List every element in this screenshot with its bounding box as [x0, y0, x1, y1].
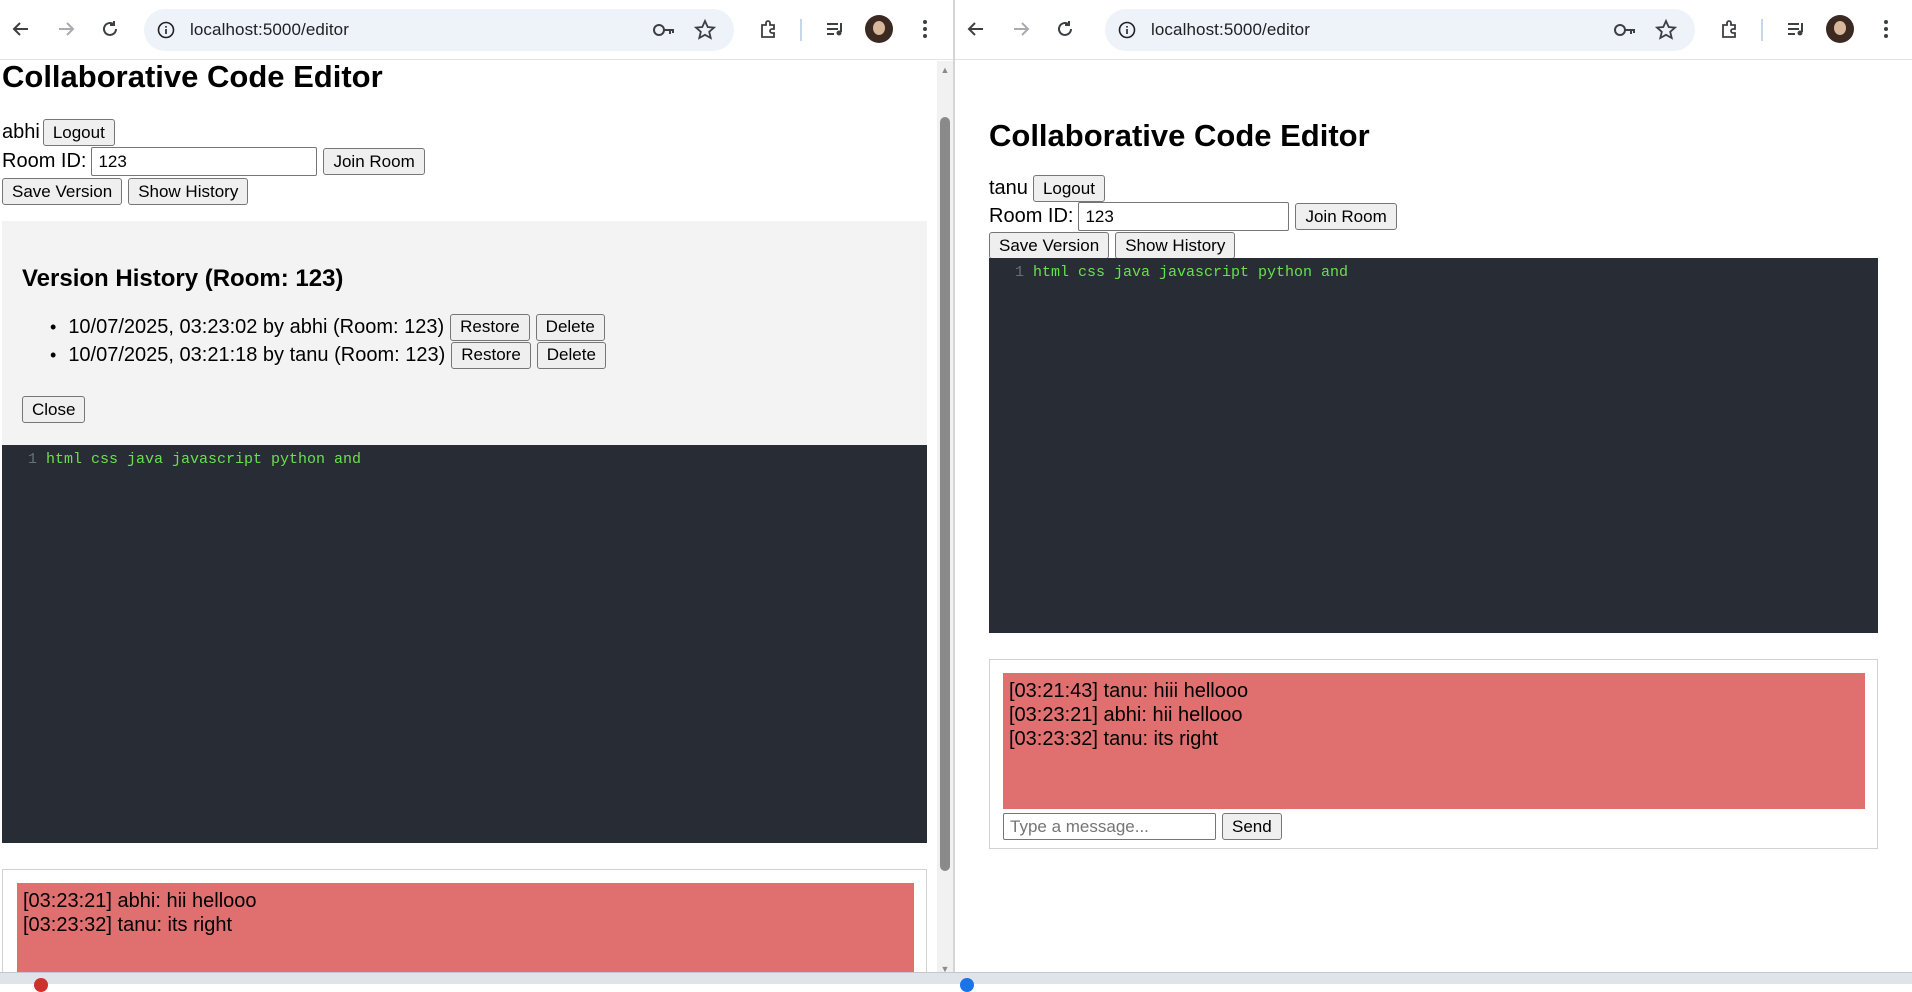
browser-toolbar: localhost:5000/editor [955, 0, 1912, 60]
os-taskbar [0, 972, 1912, 992]
version-history-panel: Version History (Room: 123) 10/07/2025, … [2, 221, 927, 445]
send-button[interactable]: Send [1222, 813, 1282, 840]
address-bar[interactable]: localhost:5000/editor [144, 9, 734, 51]
browser-toolbar: localhost:5000/editor [0, 0, 953, 60]
chat-message: [03:23:21] abhi: hii hellooo [23, 890, 257, 912]
profile-avatar[interactable] [865, 15, 893, 43]
history-item: 10/07/2025, 03:21:18 by tanu (Room: 123)… [68, 341, 612, 369]
extensions-icon[interactable] [756, 16, 782, 42]
site-info-icon[interactable] [156, 20, 176, 40]
page-title: Collaborative Code Editor [989, 118, 1370, 153]
chat-messages: [03:23:21] abhi: hii hellooo [03:23:32] … [17, 883, 914, 974]
user-bar: tanu Logout [989, 175, 1105, 202]
save-version-button[interactable]: Save Version [2, 178, 123, 205]
join-room-button[interactable]: Join Room [1295, 203, 1397, 230]
logout-button[interactable]: Logout [42, 119, 115, 146]
forward-arrow-icon[interactable] [53, 16, 79, 42]
code-line[interactable]: html css java javascript python and [46, 451, 361, 468]
chat-message-input[interactable] [1003, 813, 1216, 840]
media-control-icon[interactable] [1783, 16, 1809, 42]
password-key-icon[interactable] [1613, 20, 1637, 40]
chat-messages: [03:21:43] tanu: hiii hellooo [03:23:21]… [1003, 673, 1865, 809]
delete-button[interactable]: Delete [536, 341, 606, 369]
site-info-icon[interactable] [1117, 20, 1137, 40]
line-number: 1 [1015, 264, 1025, 281]
chat-input-bar: Send [1003, 813, 1282, 840]
delete-button[interactable]: Delete [535, 313, 605, 341]
taskbar-app-icon[interactable] [960, 978, 974, 992]
menu-kebab-icon[interactable] [1873, 16, 1899, 42]
taskbar-app-icon[interactable] [34, 978, 48, 992]
page-title: Collaborative Code Editor [2, 59, 383, 94]
code-editor[interactable]: 1 html css java javascript python and [2, 445, 927, 843]
url-text: localhost:5000/editor [190, 20, 349, 39]
bookmark-star-icon[interactable] [1654, 18, 1678, 41]
version-bar: Save Version Show History [2, 178, 249, 205]
version-bar: Save Version Show History [989, 232, 1236, 259]
history-item: 10/07/2025, 03:23:02 by abhi (Room: 123)… [68, 313, 612, 341]
show-history-button[interactable]: Show History [128, 178, 249, 205]
restore-button[interactable]: Restore [451, 341, 531, 369]
show-history-button[interactable]: Show History [1115, 232, 1236, 259]
username-label: abhi [2, 121, 40, 143]
logout-button[interactable]: Logout [1032, 175, 1105, 202]
toolbar-separator [800, 19, 802, 41]
room-id-input[interactable] [1078, 202, 1290, 231]
restore-button[interactable]: Restore [450, 313, 530, 341]
history-heading: Version History (Room: 123) [22, 265, 344, 292]
toolbar-separator [1761, 19, 1763, 41]
close-history-button[interactable]: Close [22, 396, 86, 423]
username-label: tanu [989, 177, 1028, 199]
scroll-thumb[interactable] [940, 117, 950, 871]
scroll-down-arrow-icon[interactable]: ▼ [940, 964, 950, 974]
media-control-icon[interactable] [822, 16, 848, 42]
profile-avatar[interactable] [1826, 15, 1854, 43]
chat-message: [03:23:32] tanu: its right [23, 914, 233, 936]
url-text: localhost:5000/editor [1151, 20, 1310, 39]
chat-panel: [03:21:43] tanu: hiii hellooo [03:23:21]… [989, 659, 1878, 849]
reload-icon[interactable] [1052, 16, 1078, 42]
back-arrow-icon[interactable] [8, 16, 34, 42]
line-number: 1 [28, 451, 38, 468]
room-id-label: Room ID: [2, 150, 87, 172]
password-key-icon[interactable] [652, 20, 676, 40]
code-editor[interactable]: 1 html css java javascript python and [989, 258, 1878, 633]
left-page: Collaborative Code Editor abhi Logout Ro… [0, 59, 953, 974]
room-bar: Room ID: Join Room [2, 147, 425, 176]
bookmark-star-icon[interactable] [693, 18, 717, 41]
address-bar[interactable]: localhost:5000/editor [1105, 9, 1695, 51]
user-bar: abhi Logout [2, 119, 115, 146]
extensions-icon[interactable] [1717, 16, 1743, 42]
room-id-label: Room ID: [989, 205, 1074, 227]
code-line[interactable]: html css java javascript python and [1033, 264, 1348, 281]
chat-message: [03:21:43] tanu: hiii hellooo [1009, 680, 1249, 702]
chat-message: [03:23:21] abhi: hii hellooo [1009, 704, 1243, 726]
save-version-button[interactable]: Save Version [989, 232, 1110, 259]
back-arrow-icon[interactable] [963, 16, 989, 42]
join-room-button[interactable]: Join Room [323, 148, 425, 175]
scroll-up-arrow-icon[interactable]: ▲ [940, 65, 950, 75]
chat-panel: [03:23:21] abhi: hii hellooo [03:23:32] … [2, 869, 927, 974]
history-list: 10/07/2025, 03:23:02 by abhi (Room: 123)… [68, 313, 612, 369]
room-id-input[interactable] [91, 147, 318, 176]
forward-arrow-icon[interactable] [1008, 16, 1034, 42]
history-item-text: 10/07/2025, 03:21:18 by tanu (Room: 123) [68, 343, 446, 366]
left-browser-window: localhost:5000/editor Collaborative Code… [0, 0, 953, 974]
menu-kebab-icon[interactable] [912, 16, 938, 42]
right-page: Collaborative Code Editor tanu Logout Ro… [955, 61, 1912, 974]
room-bar: Room ID: Join Room [989, 202, 1397, 231]
chat-message: [03:23:32] tanu: its right [1009, 728, 1219, 750]
reload-icon[interactable] [97, 16, 123, 42]
history-item-text: 10/07/2025, 03:23:02 by abhi (Room: 123) [68, 315, 445, 338]
right-browser-window: localhost:5000/editor Collaborative Code… [955, 0, 1912, 974]
page-scrollbar[interactable]: ▲ ▼ [937, 61, 953, 974]
